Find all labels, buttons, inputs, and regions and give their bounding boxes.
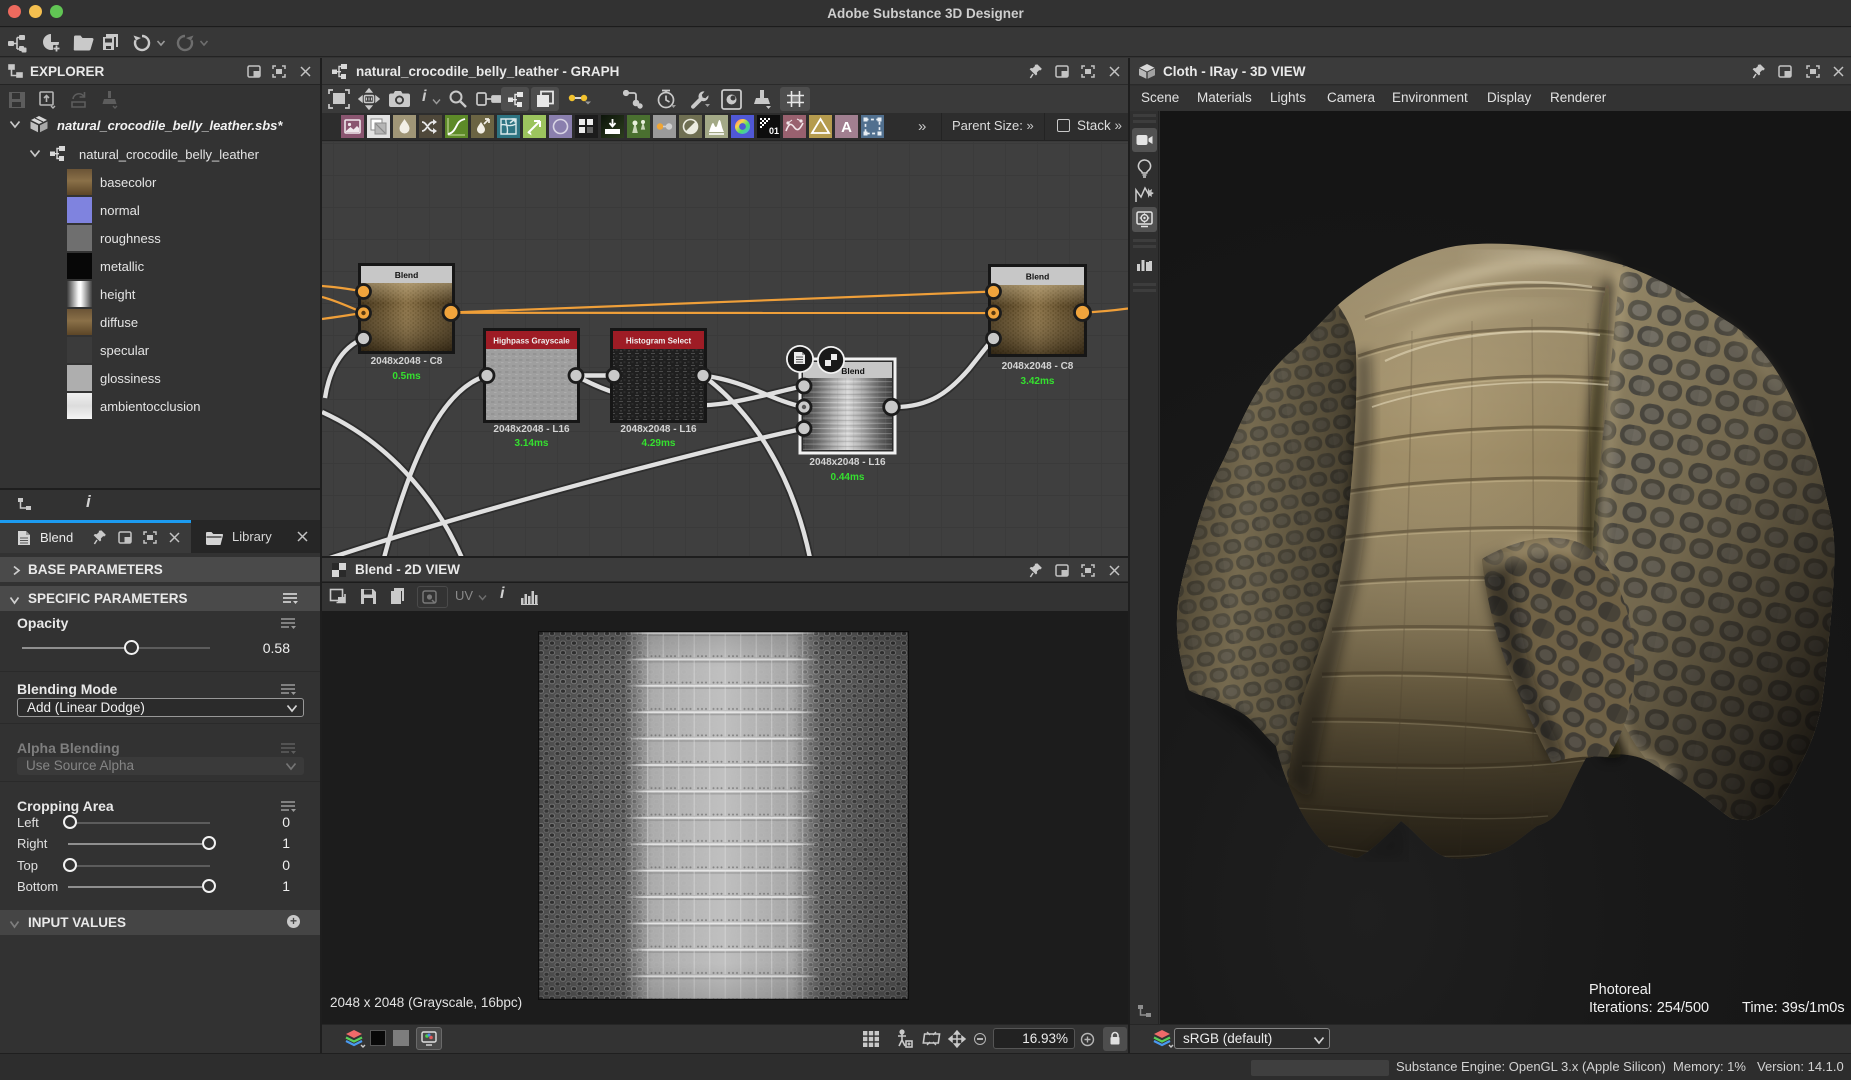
svg-text:2048x2048 - C8: 2048x2048 - C8 [371,356,443,367]
svg-text:3.42ms: 3.42ms [1021,376,1055,387]
svg-text:2048x2048 - C8: 2048x2048 - C8 [1002,361,1074,372]
svg-text:Blend: Blend [1026,272,1050,282]
svg-text:2048x2048 - L16: 2048x2048 - L16 [809,457,886,468]
svg-text:Highpass Grayscale: Highpass Grayscale [493,337,570,346]
svg-text:0.5ms: 0.5ms [392,371,421,382]
svg-text:3.14ms: 3.14ms [515,438,549,449]
svg-text:Blend: Blend [841,366,865,376]
svg-text:2048x2048 - L16: 2048x2048 - L16 [493,424,570,435]
svg-text:2048x2048 - L16: 2048x2048 - L16 [620,424,697,435]
svg-text:0.44ms: 0.44ms [831,472,865,483]
svg-text:Blend: Blend [395,270,419,280]
svg-text:01: 01 [769,126,779,136]
svg-text:A: A [841,119,852,136]
svg-text:Histogram Select: Histogram Select [626,337,692,346]
svg-text:4.29ms: 4.29ms [642,438,676,449]
